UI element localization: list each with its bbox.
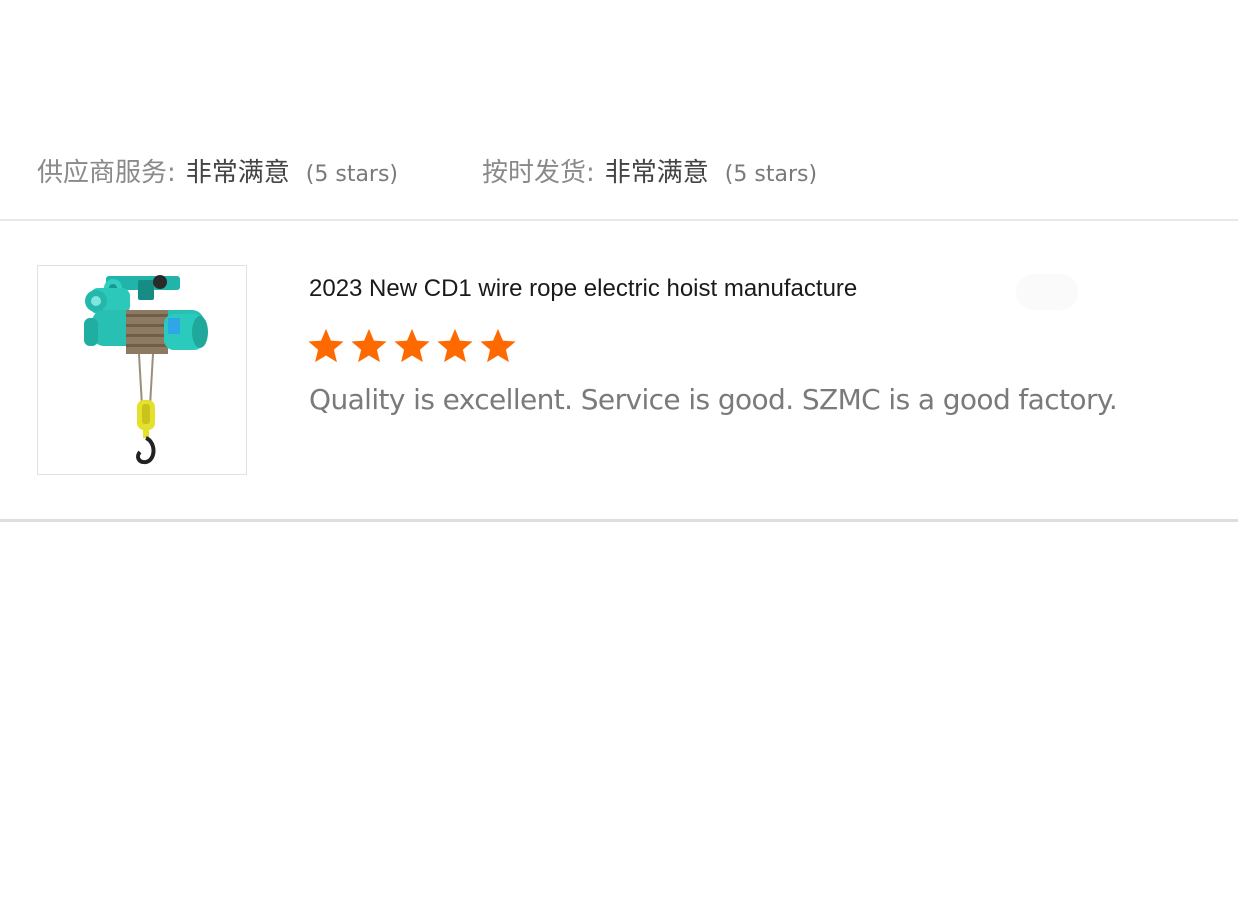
star-icon xyxy=(480,328,516,363)
review-badge xyxy=(1016,274,1078,310)
rating-value: 非常满意 xyxy=(185,157,290,188)
electric-hoist-image xyxy=(84,275,208,465)
rating-stars-text: (5 stars) xyxy=(724,161,818,187)
star-icon xyxy=(351,328,387,363)
rating-on-time-delivery: 按时发货: 非常满意 (5 stars) xyxy=(482,152,817,189)
rating-label: 按时发货: xyxy=(482,157,595,188)
divider xyxy=(0,219,1238,221)
star-icon xyxy=(308,328,344,363)
star-icon xyxy=(394,328,430,363)
product-thumbnail[interactable] xyxy=(37,265,247,475)
star-icon xyxy=(437,328,473,363)
review-text: Quality is excellent. Service is good. S… xyxy=(309,383,1118,416)
rating-value: 非常满意 xyxy=(604,157,709,188)
star-rating xyxy=(307,326,517,364)
divider xyxy=(0,519,1238,522)
rating-stars-text: (5 stars) xyxy=(305,161,399,187)
rating-label: 供应商服务: xyxy=(37,157,176,188)
seller-ratings-bar: 供应商服务: 非常满意 (5 stars) 按时发货: 非常满意 (5 star… xyxy=(37,150,817,190)
product-title[interactable]: 2023 New CD1 wire rope electric hoist ma… xyxy=(309,275,857,303)
rating-supplier-service: 供应商服务: 非常满意 (5 stars) xyxy=(37,152,398,189)
